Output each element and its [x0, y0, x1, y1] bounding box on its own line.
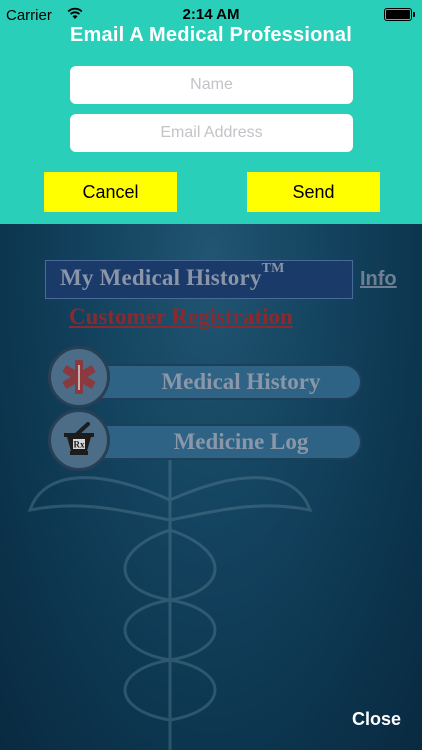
- cancel-button[interactable]: Cancel: [44, 172, 177, 212]
- send-button[interactable]: Send: [247, 172, 380, 212]
- info-link[interactable]: Info: [360, 268, 397, 291]
- close-button[interactable]: Close: [352, 709, 401, 730]
- panel-title: Email A Medical Professional: [70, 24, 352, 46]
- name-field[interactable]: [70, 66, 353, 104]
- logo-title: My Medical History: [60, 265, 262, 290]
- email-address-field[interactable]: [70, 114, 353, 152]
- customer-registration-link[interactable]: Customer Registration: [69, 304, 293, 330]
- star-of-life-icon: [48, 346, 110, 408]
- medicine-log-label: Medicine Log: [173, 429, 309, 454]
- app-logo: My Medical HistoryTM: [60, 261, 285, 291]
- medical-history-button[interactable]: Medical History: [80, 364, 362, 400]
- trademark-mark: TM: [261, 261, 285, 276]
- email-professional-panel: Carrier 2:14 AM Email A Medical Professi…: [0, 0, 422, 224]
- status-time: 2:14 AM: [182, 6, 240, 23]
- mortar-pestle-rx-icon: Rx: [48, 409, 110, 471]
- medicine-log-button[interactable]: Medicine Log: [80, 424, 362, 460]
- battery-icon: [384, 8, 415, 21]
- medical-history-label: Medical History: [161, 369, 321, 394]
- svg-text:Rx: Rx: [74, 440, 85, 450]
